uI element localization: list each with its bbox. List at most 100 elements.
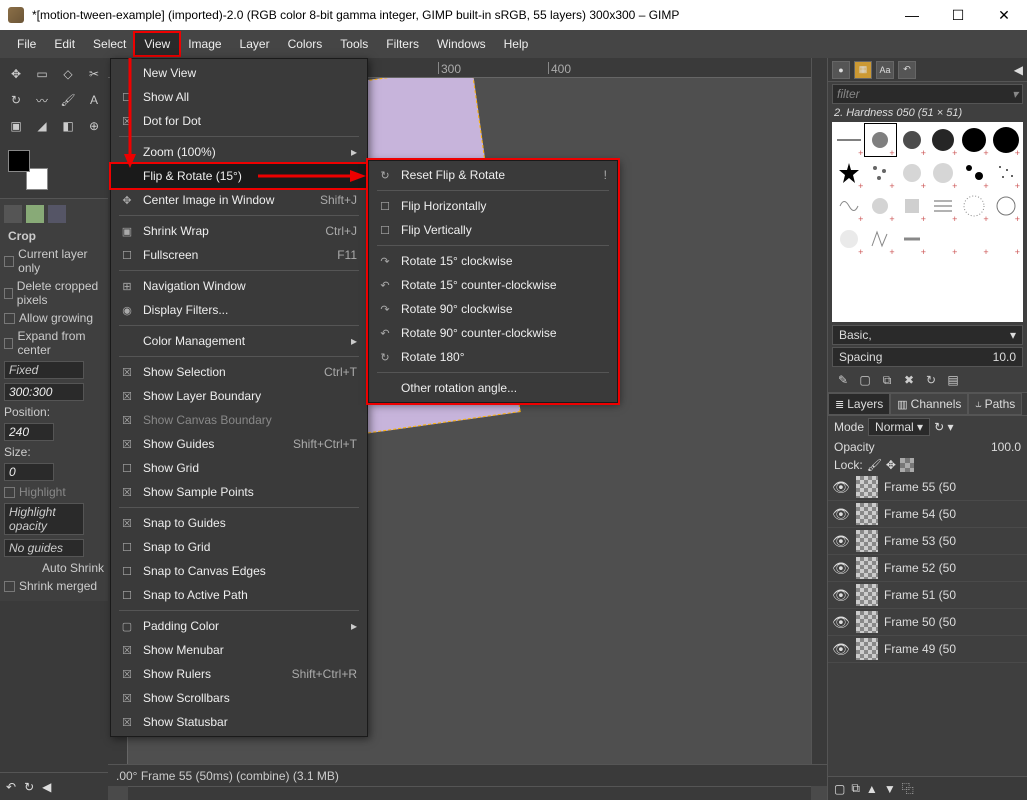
layer-list[interactable]: 👁Frame 55 (50 👁Frame 54 (50 👁Frame 53 (5… xyxy=(828,474,1027,776)
menu-help[interactable]: Help xyxy=(495,33,538,55)
menu-tools[interactable]: Tools xyxy=(331,33,377,55)
position-input[interactable]: 240 xyxy=(4,423,54,441)
brush-grid[interactable] xyxy=(832,122,1023,322)
menu-rotate-180[interactable]: ↻Rotate 180° xyxy=(369,345,617,369)
menu-flip-vertically[interactable]: ☐Flip Vertically xyxy=(369,218,617,242)
brushes-tab-icon[interactable]: ● xyxy=(832,61,850,79)
layer-row[interactable]: 👁Frame 54 (50 xyxy=(828,501,1027,528)
menu-show-menubar[interactable]: ☒Show Menubar xyxy=(111,638,367,662)
menu-flip-horizontally[interactable]: ☐Flip Horizontally xyxy=(369,194,617,218)
menu-snap-grid[interactable]: ☐Snap to Grid xyxy=(111,535,367,559)
brush-item[interactable] xyxy=(991,124,1021,156)
menu-padding-color[interactable]: ▢Padding Color▸ xyxy=(111,614,367,638)
refresh-brush-icon[interactable]: ↻ xyxy=(922,372,940,388)
expand-center-checkbox[interactable] xyxy=(4,338,13,349)
history-tab-icon[interactable]: ↶ xyxy=(898,61,916,79)
brush-item[interactable] xyxy=(834,157,864,189)
menu-show-scrollbars[interactable]: ☒Show Scrollbars xyxy=(111,686,367,710)
text-tool[interactable]: A xyxy=(82,88,106,112)
menu-file[interactable]: File xyxy=(8,33,45,55)
menu-show-statusbar[interactable]: ☒Show Statusbar xyxy=(111,710,367,734)
menu-fullscreen[interactable]: ☐FullscreenF11 xyxy=(111,243,367,267)
aspect-input[interactable]: 300:300 xyxy=(4,383,84,401)
highlight-opacity-field[interactable]: Highlight opacity xyxy=(4,503,84,535)
menu-color-management[interactable]: Color Management▸ xyxy=(111,329,367,353)
visibility-icon[interactable]: 👁 xyxy=(832,614,850,631)
delete-icon[interactable]: ◀ xyxy=(42,780,51,794)
brush-item[interactable] xyxy=(834,190,864,222)
menu-dot-for-dot[interactable]: ☒Dot for Dot xyxy=(111,109,367,133)
paintbrush-tool[interactable]: 🖌 xyxy=(56,88,80,112)
guides-dropdown[interactable]: No guides xyxy=(4,539,84,557)
allow-growing-checkbox[interactable] xyxy=(4,313,15,324)
brush-item[interactable] xyxy=(897,157,927,189)
size-input[interactable]: 0 xyxy=(4,463,54,481)
reset-icon[interactable]: ↻ xyxy=(24,780,34,794)
menu-other-rotation-angle[interactable]: Other rotation angle... xyxy=(369,376,617,400)
layers-tab[interactable]: ≣Layers xyxy=(828,393,890,415)
lock-pixels-icon[interactable]: 🖌 xyxy=(867,458,882,472)
menu-show-layer-boundary[interactable]: ☒Show Layer Boundary xyxy=(111,384,367,408)
brush-item[interactable] xyxy=(959,124,989,156)
new-brush-icon[interactable]: ▢ xyxy=(856,372,874,388)
menu-show-grid[interactable]: ☐Show Grid xyxy=(111,456,367,480)
lock-alpha-icon[interactable] xyxy=(900,458,914,472)
clone-tool[interactable]: ⊕ xyxy=(82,114,106,138)
auto-shrink-button[interactable]: Auto Shrink xyxy=(42,561,104,575)
brush-item[interactable] xyxy=(865,157,895,189)
fg-color-swatch[interactable] xyxy=(8,150,30,172)
menu-navigation-window[interactable]: ⊞Navigation Window xyxy=(111,274,367,298)
menu-reset-flip-rotate[interactable]: ↻Reset Flip & Rotate! xyxy=(369,163,617,187)
visibility-icon[interactable]: 👁 xyxy=(832,641,850,658)
highlight-checkbox[interactable] xyxy=(4,487,15,498)
brush-spacing-field[interactable]: Spacing10.0 xyxy=(832,347,1023,367)
dock-menu-icon[interactable]: ◀ xyxy=(1014,63,1023,77)
undo-history-icon[interactable]: ↶ xyxy=(6,780,16,794)
rotate-tool[interactable]: ↻ xyxy=(4,88,28,112)
menu-show-sample-points[interactable]: ☒Show Sample Points xyxy=(111,480,367,504)
patterns-tab-icon[interactable]: ▦ xyxy=(854,61,872,79)
visibility-icon[interactable]: 👁 xyxy=(832,506,850,523)
scrollbar-horizontal[interactable] xyxy=(128,786,811,800)
layer-row[interactable]: 👁Frame 49 (50 xyxy=(828,636,1027,663)
layer-row[interactable]: 👁Frame 52 (50 xyxy=(828,555,1027,582)
menu-layer[interactable]: Layer xyxy=(231,33,279,55)
brush-item[interactable] xyxy=(897,190,927,222)
layer-row[interactable]: 👁Frame 51 (50 xyxy=(828,582,1027,609)
mode-reset-icon[interactable]: ↻ ▾ xyxy=(934,420,953,434)
menu-filters[interactable]: Filters xyxy=(377,33,428,55)
menu-select[interactable]: Select xyxy=(84,33,135,55)
menu-rotate-15-ccw[interactable]: ↶Rotate 15° counter-clockwise xyxy=(369,273,617,297)
layer-group-icon[interactable]: ⧉ xyxy=(851,781,860,796)
delete-cropped-checkbox[interactable] xyxy=(4,288,13,299)
mode-select[interactable]: Normal ▾ xyxy=(868,418,930,436)
menu-snap-active-path[interactable]: ☐Snap to Active Path xyxy=(111,583,367,607)
visibility-icon[interactable]: 👁 xyxy=(832,587,850,604)
scrollbar-vertical[interactable] xyxy=(811,58,827,764)
paths-tab[interactable]: ⥿Paths xyxy=(968,393,1022,415)
raise-layer-icon[interactable]: ▲ xyxy=(866,782,878,796)
brush-item[interactable] xyxy=(928,223,958,255)
lower-layer-icon[interactable]: ▼ xyxy=(884,782,896,796)
menu-center-image[interactable]: ✥Center Image in WindowShift+J xyxy=(111,188,367,212)
open-brush-icon[interactable]: ▤ xyxy=(944,372,962,388)
brush-item[interactable] xyxy=(865,124,895,156)
menu-rotate-15-cw[interactable]: ↷Rotate 15° clockwise xyxy=(369,249,617,273)
brush-filter[interactable]: filter▾ xyxy=(832,84,1023,104)
duplicate-layer-icon[interactable]: ⿻ xyxy=(902,780,914,797)
menu-edit[interactable]: Edit xyxy=(45,33,84,55)
brush-item[interactable] xyxy=(928,124,958,156)
brush-item[interactable] xyxy=(897,124,927,156)
menu-image[interactable]: Image xyxy=(179,33,230,55)
brush-item[interactable] xyxy=(959,223,989,255)
menu-display-filters[interactable]: ◉Display Filters... xyxy=(111,298,367,322)
close-button[interactable]: ✕ xyxy=(981,0,1027,30)
menu-show-guides[interactable]: ☒Show GuidesShift+Ctrl+T xyxy=(111,432,367,456)
delete-brush-icon[interactable]: ✖ xyxy=(900,372,918,388)
menu-snap-guides[interactable]: ☒Snap to Guides xyxy=(111,511,367,535)
opacity-value[interactable]: 100.0 xyxy=(991,440,1021,454)
maximize-button[interactable]: ☐ xyxy=(935,0,981,30)
menu-snap-canvas-edges[interactable]: ☐Snap to Canvas Edges xyxy=(111,559,367,583)
menu-show-all[interactable]: ☐Show All xyxy=(111,85,367,109)
brush-item[interactable] xyxy=(991,223,1021,255)
